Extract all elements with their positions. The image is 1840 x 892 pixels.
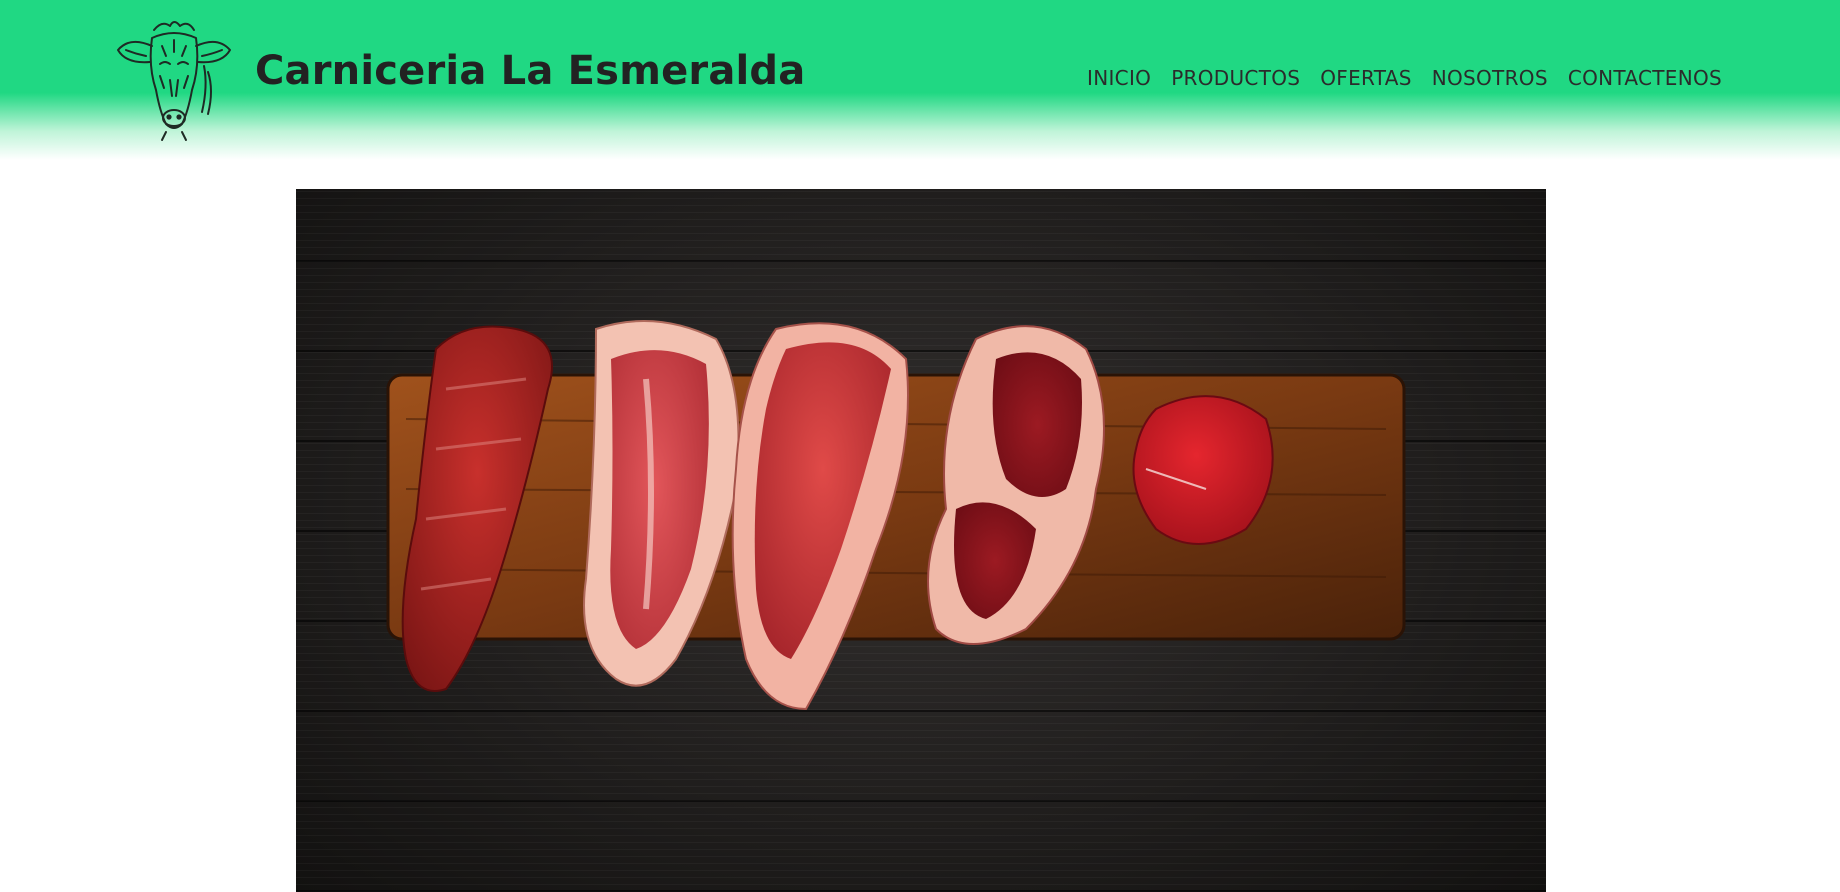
nav-link-ofertas[interactable]: OFERTAS <box>1320 66 1411 90</box>
site-header: Carniceria La Esmeralda INICIO PRODUCTOS… <box>0 0 1840 160</box>
steak-tenderloin <box>1132 395 1274 545</box>
nav-link-productos[interactable]: PRODUCTOS <box>1171 66 1300 90</box>
site-title[interactable]: Carniceria La Esmeralda <box>255 48 805 94</box>
main-nav: INICIO PRODUCTOS OFERTAS NOSOTROS CONTAC… <box>1087 66 1722 90</box>
nav-link-contactenos[interactable]: CONTACTENOS <box>1568 66 1722 90</box>
steaks-illustration <box>386 320 1406 711</box>
cow-head-icon[interactable] <box>112 16 236 142</box>
hero-image <box>296 189 1546 892</box>
nav-link-nosotros[interactable]: NOSOTROS <box>1432 66 1548 90</box>
nav-link-inicio[interactable]: INICIO <box>1087 66 1151 90</box>
